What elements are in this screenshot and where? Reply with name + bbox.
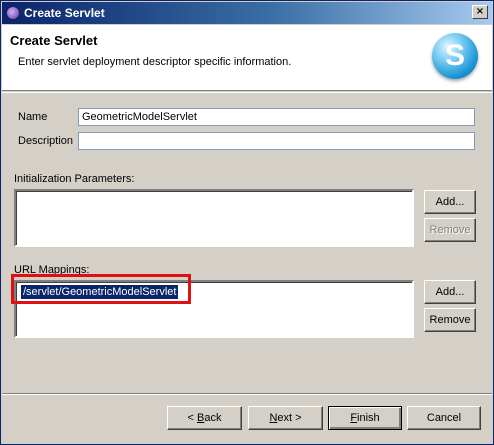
- init-params-list[interactable]: [14, 189, 414, 247]
- description-field[interactable]: [78, 132, 475, 150]
- url-mappings-label: URL Mappings:: [14, 264, 90, 276]
- url-mappings-add-button[interactable]: Add...: [424, 280, 476, 304]
- url-mappings-list[interactable]: /servlet/GeometricModelServlet: [14, 280, 414, 338]
- page-description: Enter servlet deployment descriptor spec…: [18, 56, 292, 68]
- cancel-button[interactable]: Cancel: [407, 406, 481, 430]
- servlet-logo-icon: S: [432, 33, 478, 79]
- back-button[interactable]: < Back: [167, 406, 242, 430]
- header-separator: [2, 92, 492, 93]
- finish-button[interactable]: Finish: [328, 406, 402, 430]
- init-params-label: Initialization Parameters:: [14, 173, 135, 185]
- init-params-add-button[interactable]: Add...: [424, 190, 476, 214]
- name-field[interactable]: GeometricModelServlet: [78, 108, 475, 126]
- next-button[interactable]: Next >: [248, 406, 323, 430]
- title-bar[interactable]: Create Servlet ×: [2, 2, 492, 24]
- name-label: Name: [18, 111, 48, 123]
- window-title: Create Servlet: [24, 6, 105, 20]
- url-mappings-remove-button[interactable]: Remove: [424, 308, 476, 332]
- create-servlet-dialog: Create Servlet × Create Servlet Enter se…: [0, 0, 494, 445]
- init-params-remove-button[interactable]: Remove: [424, 218, 476, 242]
- close-button[interactable]: ×: [472, 5, 488, 19]
- page-title: Create Servlet: [10, 33, 98, 48]
- wizard-header: Create Servlet Enter servlet deployment …: [2, 25, 492, 91]
- eclipse-icon: [6, 6, 20, 20]
- url-mapping-item[interactable]: /servlet/GeometricModelServlet: [19, 284, 180, 300]
- description-label: Description: [18, 135, 74, 147]
